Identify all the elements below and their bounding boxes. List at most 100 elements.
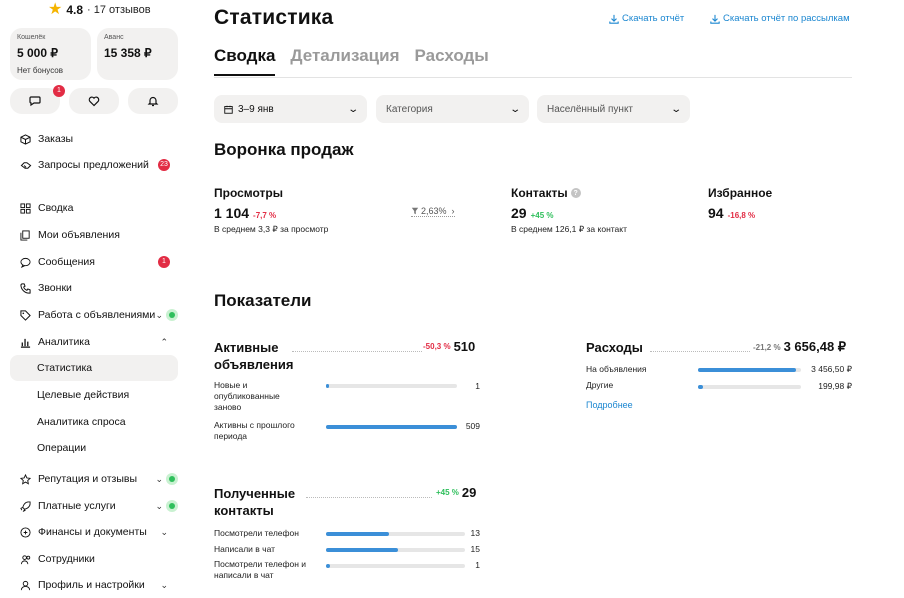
sidebar-item-target-actions[interactable]: Целевые действия: [10, 382, 178, 408]
contacts-note: В среднем 126,1 ₽ за контакт: [511, 224, 627, 234]
conversion-rate[interactable]: 2,63% ›: [411, 206, 455, 217]
download-mailing-report-link[interactable]: Скачать отчёт по рассылкам: [710, 13, 850, 24]
breakdown-label: Активны с прошлого периода: [214, 420, 295, 441]
sidebar-item-demand[interactable]: Аналитика спроса: [10, 409, 178, 435]
dotted-leader: [650, 351, 750, 352]
sidebar-item-orders[interactable]: Заказы: [10, 126, 178, 152]
views-note: В среднем 3,3 ₽ за просмотр: [214, 224, 329, 234]
sidebar-item-statistics[interactable]: Статистика: [10, 355, 178, 381]
sidebar-item-ads-work[interactable]: Работа с объявлениями ⌄: [10, 302, 178, 328]
category-placeholder: Категория: [386, 103, 433, 115]
city-placeholder: Населённый пункт: [547, 103, 634, 115]
received-contacts-title: Полученные контакты: [214, 486, 296, 518]
sidebar-item-operations[interactable]: Операции: [10, 435, 178, 461]
views-metric: Просмотры 1 104 -7,7 % В среднем 3,3 ₽ за…: [214, 186, 328, 235]
received-contacts-value: 29: [461, 485, 477, 500]
favorites-label: Избранное: [708, 186, 773, 200]
download-report-link[interactable]: Скачать отчёт: [609, 13, 684, 24]
indicators-title: Показатели: [214, 291, 312, 310]
sidebar-item-paid[interactable]: Платные услуги ⌄: [10, 493, 178, 519]
tabs-divider: [214, 77, 852, 78]
progress-bar: [326, 425, 457, 429]
sidebar-item-calls[interactable]: Звонки: [10, 275, 178, 301]
handshake-icon: [20, 160, 36, 171]
progress-fill: [698, 385, 704, 389]
breakdown-label: Написали в чат: [214, 544, 276, 554]
breakdown-label: Другие: [586, 380, 614, 390]
grid-icon: [20, 202, 36, 214]
received-contacts-total: +45 % 29: [436, 485, 476, 500]
download-icon: [609, 14, 619, 24]
download-mailing-label: Скачать отчёт по рассылкам: [723, 13, 850, 24]
sidebar-item-label: Звонки: [38, 282, 72, 294]
chevron-right-icon: ›: [451, 206, 455, 216]
sidebar-item-label: Аналитика: [38, 336, 90, 348]
coins-icon: [20, 526, 36, 538]
active-ads-title: Активные объявления: [214, 340, 294, 372]
sidebar-item-messages[interactable]: Сообщения 1: [10, 249, 178, 275]
more-details-link[interactable]: Подробнее: [586, 400, 633, 410]
tab-expenses[interactable]: Расходы: [415, 46, 489, 76]
sidebar-item-my-ads[interactable]: Мои объявления: [10, 222, 178, 248]
sidebar-item-label: Мои объявления: [38, 229, 120, 241]
rocket-icon: [20, 500, 36, 512]
sidebar-item-label: Целевые действия: [37, 389, 130, 401]
sidebar-item-staff[interactable]: Сотрудники: [10, 546, 178, 572]
chevron-down-icon: ⌄: [155, 473, 163, 484]
city-select[interactable]: Населённый пункт ⌄: [537, 95, 690, 123]
sidebar-item-summary[interactable]: Сводка: [10, 195, 178, 221]
chevron-down-icon: ⌄: [160, 526, 168, 537]
category-select[interactable]: Категория ⌄: [376, 95, 529, 123]
tab-details[interactable]: Детализация: [290, 46, 399, 76]
sidebar-item-label: Сотрудники: [38, 553, 95, 565]
chevron-down-icon: ⌄: [155, 500, 163, 511]
progress-fill: [326, 384, 329, 388]
sidebar-item-finance[interactable]: Финансы и документы ⌄: [10, 519, 178, 545]
page-title: Статистика: [214, 6, 334, 29]
chevron-down-icon: ⌄: [346, 103, 359, 115]
sidebar-item-profile[interactable]: Профиль и настройки ⌄: [10, 572, 178, 598]
progress-bar: [698, 385, 801, 389]
calendar-icon: [224, 105, 233, 114]
chevron-down-icon: ⌄: [669, 103, 682, 115]
sidebar-item-requests[interactable]: Запросы предложений 23: [10, 152, 178, 178]
progress-fill: [326, 532, 389, 536]
expenses-total: -21,2 % 3 656,48 ₽: [753, 339, 846, 355]
progress-fill: [326, 425, 457, 429]
progress-bar: [326, 384, 457, 388]
tabs: Сводка Детализация Расходы: [214, 46, 489, 76]
contacts-metric: Контакты? 29 +45 % В среднем 126,1 ₽ за к…: [511, 186, 627, 235]
sidebar-item-analytics[interactable]: Аналитика ⌃: [10, 329, 178, 355]
views-value: 1 104: [214, 205, 250, 221]
dotted-leader: [292, 351, 422, 352]
views-delta: -7,7 %: [253, 211, 277, 220]
breakdown-value: 3 456,50 ₽: [811, 364, 852, 374]
user-icon: [20, 580, 36, 591]
sidebar-item-label: Профиль и настройки: [38, 579, 145, 591]
breakdown-value: 199,98 ₽: [818, 381, 852, 391]
sidebar-item-reputation[interactable]: Репутация и отзывы ⌄: [10, 466, 178, 492]
tab-summary[interactable]: Сводка: [214, 46, 276, 76]
copy-icon: [20, 229, 36, 241]
expenses-value: 3 656,48 ₽: [783, 339, 847, 354]
favorites-delta: -16,8 %: [727, 211, 756, 220]
sidebar-item-label: Сообщения: [38, 256, 95, 268]
progress-bar: [698, 368, 801, 372]
breakdown-label: На объявления: [586, 364, 647, 374]
sidebar-item-label: Работа с объявлениями: [38, 309, 156, 321]
contacts-delta: +45 %: [530, 211, 554, 220]
chat-icon: [20, 257, 36, 268]
chevron-up-icon: ⌃: [160, 336, 168, 347]
bar-chart-icon: [20, 337, 36, 348]
received-contacts-delta: +45 %: [436, 488, 459, 497]
dotted-leader: [306, 497, 432, 498]
period-select[interactable]: 3–9 янв ⌄: [214, 95, 367, 123]
messages-nav-badge: 1: [158, 256, 170, 268]
help-icon[interactable]: ?: [570, 188, 581, 198]
active-ads-value: 510: [453, 339, 476, 354]
sidebar-item-label: Статистика: [37, 362, 93, 374]
contacts-label: Контакты: [511, 186, 568, 200]
chevron-down-icon: ⌄: [160, 579, 168, 590]
progress-fill: [326, 548, 399, 552]
sidebar-item-label: Операции: [37, 442, 87, 454]
